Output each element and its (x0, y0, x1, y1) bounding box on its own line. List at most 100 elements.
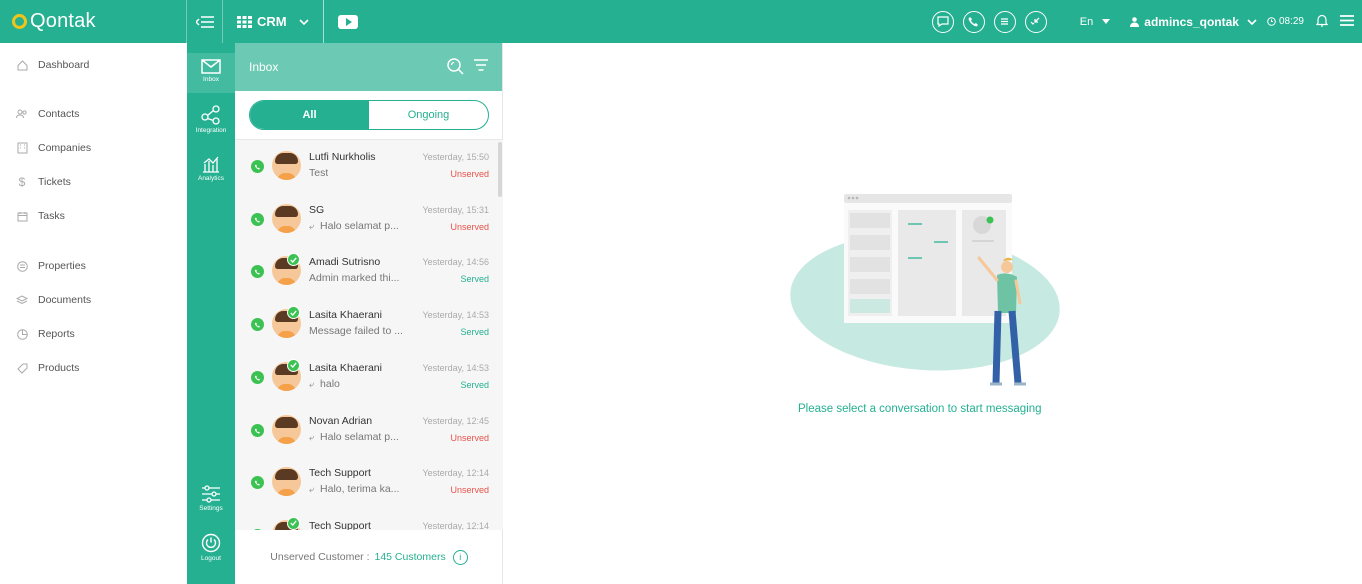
conversation-date: Yesterday, 14:53 (422, 362, 489, 373)
language-selector[interactable]: En (1079, 15, 1111, 28)
sidebar-item-contacts[interactable]: Contacts (16, 108, 79, 120)
chat-icon[interactable] (931, 10, 954, 33)
conversation-date: Yesterday, 12:14 (422, 468, 489, 479)
conversation-item[interactable]: Amadi Sutrisno Admin marked thi... Yesterd… (235, 245, 503, 298)
rail-item-analytics[interactable]: Analytics (187, 155, 235, 182)
inbox-title: Inbox (249, 60, 279, 74)
conversation-date: Yesterday, 12:45 (422, 415, 489, 426)
rail-label: Analytics (197, 175, 224, 182)
sidebar-item-label: Tasks (38, 210, 65, 222)
conversation-date: Yesterday, 12:14 (422, 520, 489, 530)
sidebar-item-companies[interactable]: Companies (16, 142, 91, 154)
sidebar-item-label: Contacts (38, 108, 80, 120)
scrollbar[interactable] (498, 142, 502, 197)
clock-icon (1267, 17, 1276, 26)
conversation-item[interactable]: SG ⤶ Halo selamat p... Yesterday, 15:31 Unse… (235, 193, 503, 246)
integration-icon (201, 105, 220, 125)
contact-name: Lutfi Nurkholis (309, 151, 376, 163)
crm-dropdown[interactable]: CRM (223, 0, 324, 43)
message-text: halo (320, 377, 340, 390)
rail-label: Logout (201, 555, 221, 562)
rail-item-integration[interactable]: Integration (187, 105, 235, 134)
user-icon (1130, 16, 1140, 27)
conversation-item[interactable]: Lasita Khaerani Message failed to ... Yest… (235, 298, 503, 351)
envelope-icon (201, 59, 221, 74)
rail-item-inbox[interactable]: Inbox (187, 53, 235, 93)
message-text: Halo selamat p... (320, 219, 399, 232)
info-icon[interactable]: i (452, 549, 468, 565)
conversation-item[interactable]: Tech Support ⤶ Halo, terima ka... Yesterday… (235, 456, 503, 509)
status-badge: Unserved (450, 432, 489, 443)
contact-name: Tech Support (309, 467, 371, 480)
rail-item-logout[interactable]: Logout (187, 533, 235, 562)
contacts-icon (16, 108, 28, 120)
contact-name: Lasita Khaerani (309, 309, 382, 322)
served-check-icon (287, 358, 300, 372)
whatsapp-icon (251, 212, 264, 226)
conversation-item[interactable]: Tech Support Yesterday, 12:14 (235, 509, 503, 530)
conversation-item[interactable]: Lasita Khaerani ⤶ halo Yesterday, 14:53 Serv… (235, 351, 503, 404)
avatar (272, 467, 301, 497)
filter-icon[interactable] (474, 58, 488, 72)
sidebar-item-label: Companies (38, 142, 92, 154)
contact-name: SG (309, 203, 325, 216)
notification-bell-icon[interactable] (1315, 14, 1329, 30)
whatsapp-icon (251, 160, 264, 173)
sidebar-item-documents[interactable]: Documents (16, 294, 91, 306)
message-text: Halo selamat p... (320, 430, 399, 443)
empty-state-illustration (790, 194, 1060, 386)
phone-icon[interactable] (962, 10, 985, 33)
status-badge: Served (460, 274, 489, 285)
unserved-count-link[interactable]: 145 Customers (375, 551, 446, 563)
conversation-item[interactable]: Lutfi Nurkholis Test Yesterday, 15:50 Unser… (235, 140, 503, 193)
whatsapp-icon (251, 318, 264, 332)
rail-item-settings[interactable]: Settings (187, 485, 235, 512)
analytics-icon (203, 156, 219, 173)
sidebar-item-properties[interactable]: Properties (16, 260, 86, 272)
tab-all[interactable]: All (250, 101, 369, 129)
crm-label: CRM (257, 14, 287, 29)
hamburger-menu-icon[interactable] (1340, 14, 1354, 29)
served-check-icon (287, 306, 300, 320)
conversation-date: Yesterday, 14:53 (422, 310, 489, 321)
username: admincs_qontak (1144, 14, 1239, 29)
conversation-date: Yesterday, 14:56 (422, 257, 489, 268)
sidebar-item-tasks[interactable]: Tasks (16, 210, 65, 222)
sidebar-item-reports[interactable]: Reports (16, 328, 75, 340)
reply-icon: ⤶ (309, 378, 315, 389)
logo-mark-icon (12, 14, 27, 29)
language-label: En (1079, 15, 1094, 28)
brand-name: Qontak (30, 10, 96, 32)
incoming-call-icon[interactable] (1024, 10, 1047, 33)
conversation-list: Tech Support Yesterday, 12:14 Tech Support… (235, 139, 503, 530)
list-icon (16, 260, 28, 272)
conversation-item[interactable]: Novan Adrian ⤶ Halo selamat p... Yesterday,… (235, 404, 503, 457)
unserved-label: Unserved Customer : (270, 551, 370, 563)
conversation-tabs: All Ongoing (249, 100, 489, 130)
chevron-down-icon (1247, 18, 1257, 25)
reply-icon: ⤶ (309, 220, 315, 231)
inbox-panel: Inbox All Ongoing Tech Support Yesterday,… (235, 43, 503, 584)
grid-icon (237, 15, 252, 28)
youtube-icon[interactable] (337, 14, 358, 29)
message-preview: ⤶ Halo selamat p... (309, 431, 399, 443)
status-badge: Unserved (450, 485, 489, 496)
settings-sliders-icon (202, 485, 220, 503)
whatsapp-icon (251, 370, 264, 384)
tab-ongoing[interactable]: Ongoing (369, 101, 488, 129)
sidebar-item-products[interactable]: Products (16, 362, 79, 374)
conversation-date: Yesterday, 15:31 (422, 204, 489, 215)
sidebar-item-dashboard[interactable]: Dashboard (16, 59, 89, 71)
message-text: Halo, terima ka... (320, 483, 400, 496)
user-menu[interactable]: admincs_qontak (1130, 15, 1257, 29)
brand-logo[interactable]: Qontak (0, 0, 187, 43)
call-log-icon[interactable] (993, 10, 1016, 33)
sidebar-toggle-button[interactable] (187, 0, 223, 43)
status-badge: Served (460, 379, 489, 390)
search-icon[interactable] (447, 58, 464, 75)
message-preview: Test (309, 167, 328, 179)
sidebar-item-label: Documents (38, 294, 92, 306)
chevron-down-icon (299, 18, 309, 25)
message-preview: Message failed to ... (309, 325, 403, 337)
sidebar-item-tickets[interactable]: $ Tickets (16, 175, 71, 189)
